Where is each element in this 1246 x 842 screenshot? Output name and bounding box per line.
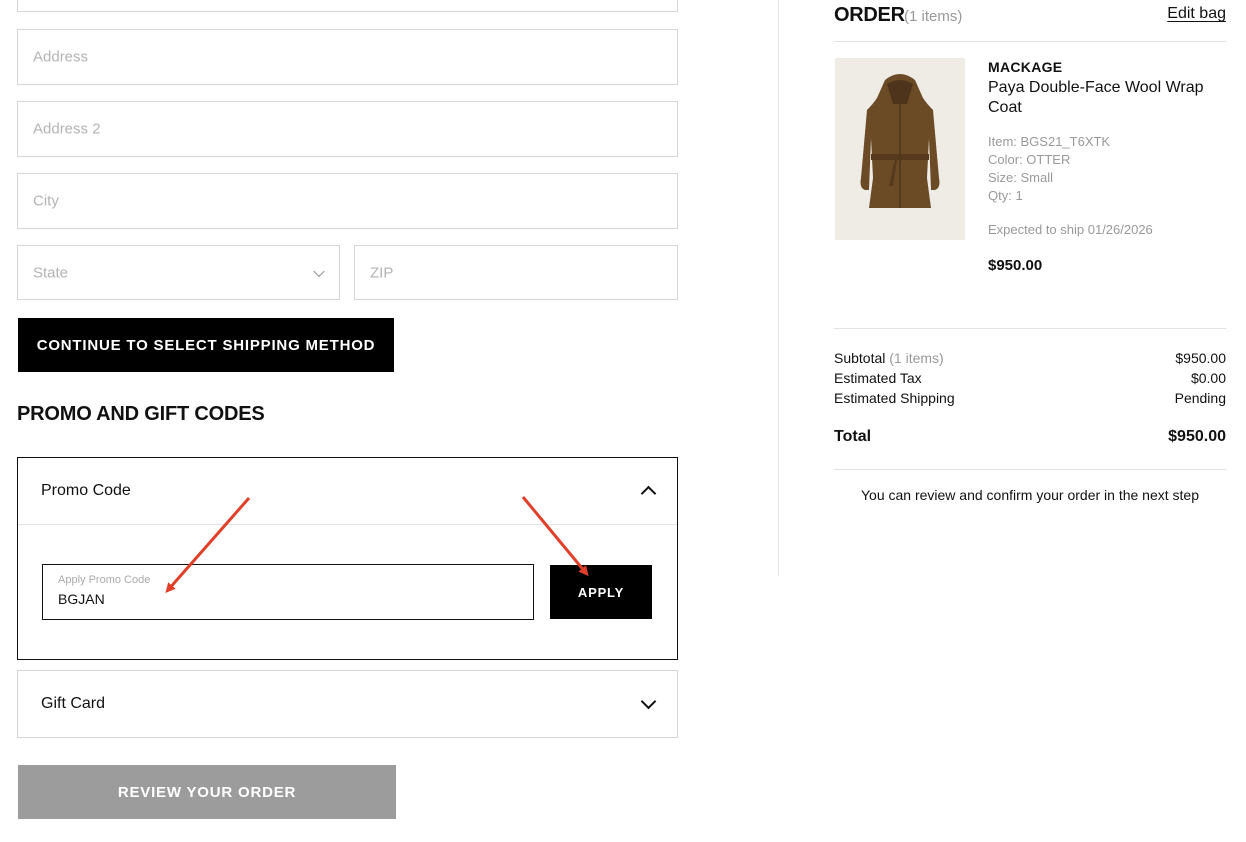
previous-field[interactable] [17,0,678,12]
tax-row: Estimated Tax $0.00 [834,370,1226,386]
coat-icon [860,74,940,208]
column-divider [778,0,779,576]
address-field[interactable]: Address [17,29,678,85]
divider [834,328,1226,329]
subtotal-value: $950.00 [1175,350,1226,366]
chevron-down-icon [313,265,325,277]
total-label: Total [834,428,872,445]
gift-card-label: Gift Card [41,695,106,712]
review-order-button[interactable]: REVIEW YOUR ORDER [18,765,396,819]
city-field[interactable]: City [17,173,678,229]
state-placeholder: State [33,264,69,281]
chevron-up-icon[interactable] [640,485,657,502]
shipping-value: Pending [1174,390,1226,406]
product-price: $950.00 [988,257,1043,274]
address-placeholder: Address [33,48,89,66]
promo-code-label: Promo Code [41,482,131,499]
promo-code-accordion: Promo Code Apply Promo Code BGJAN APPLY [17,457,678,660]
edit-bag-link[interactable]: Edit bag [1167,5,1226,23]
promo-code-header[interactable]: Promo Code [18,458,677,525]
product-qty: Qty: 1 [988,188,1023,203]
chevron-down-icon[interactable] [640,693,657,710]
promo-input-value: BGJAN [58,591,105,607]
promo-code-input[interactable]: Apply Promo Code BGJAN [42,564,534,620]
continue-shipping-button[interactable]: CONTINUE TO SELECT SHIPPING METHOD [18,318,394,372]
order-title: ORDER [834,4,905,26]
total-value: $950.00 [1168,428,1226,445]
subtotal-row: Subtotal (1 items) $950.00 [834,350,1226,366]
product-image [835,58,965,240]
promo-input-label: Apply Promo Code [58,574,151,586]
city-placeholder: City [33,192,59,210]
total-row: Total $950.00 [834,428,1226,446]
address2-placeholder: Address 2 [33,120,101,138]
zip-field[interactable]: ZIP [354,245,678,300]
subtotal-label: Subtotal [834,350,886,366]
divider [834,41,1226,42]
product-item-number: Item: BGS21_T6XTK [988,134,1111,149]
zip-placeholder: ZIP [370,264,394,281]
product-ship-date: Expected to ship 01/26/2026 [988,222,1153,237]
shipping-label: Estimated Shipping [834,390,955,406]
divider [834,469,1226,470]
state-select[interactable]: State [17,245,340,300]
product-color: Color: OTTER [988,152,1071,167]
product-brand: MACKAGE [988,59,1063,75]
order-item-count: (1 items) [904,8,963,25]
product-size: Size: Small [988,170,1054,185]
address2-field[interactable]: Address 2 [17,101,678,157]
tax-label: Estimated Tax [834,370,922,386]
subtotal-count: (1 items) [889,350,944,366]
tax-value: $0.00 [1190,370,1226,386]
gift-card-accordion[interactable]: Gift Card [17,670,678,738]
product-name: Paya Double-Face Wool Wrap Coat [988,79,1204,116]
shipping-row: Estimated Shipping Pending [834,390,1226,406]
review-note: You can review and confirm your order in… [860,487,1199,503]
apply-button[interactable]: APPLY [550,565,652,619]
promo-gift-section-title: PROMO AND GIFT CODES [17,403,265,425]
